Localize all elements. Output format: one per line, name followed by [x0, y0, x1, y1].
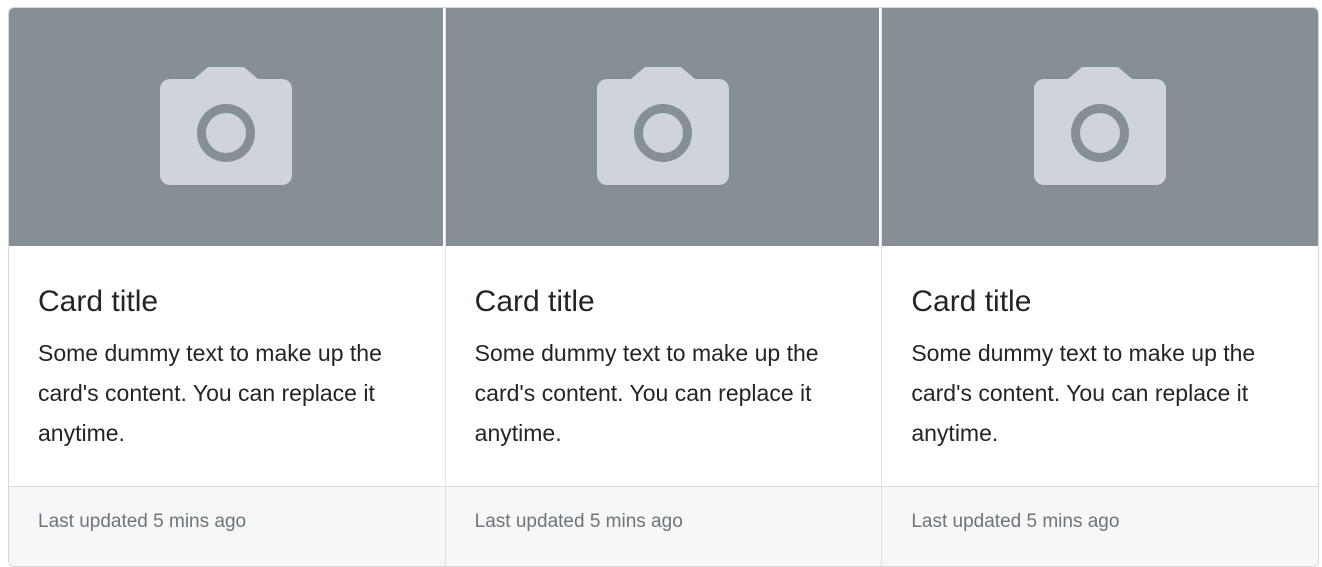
- card: Card title Some dummy text to make up th…: [445, 8, 883, 566]
- card-image-placeholder: [9, 8, 445, 246]
- camera-icon: [159, 67, 292, 185]
- card-footer: Last updated 5 mins ago: [445, 486, 882, 566]
- card-text: Some dummy text to make up the card's co…: [38, 340, 382, 446]
- card: Card title Some dummy text to make up th…: [9, 8, 446, 566]
- card-title: Card title: [911, 285, 1032, 318]
- card-body: Card title Some dummy text to make up th…: [446, 246, 882, 486]
- card-body: Card title Some dummy text to make up th…: [9, 246, 445, 486]
- card-footer: Last updated 5 mins ago: [882, 486, 1318, 566]
- last-updated-text: Last updated 5 mins ago: [911, 511, 1120, 532]
- card-title: Card title: [474, 285, 595, 318]
- card: Card title Some dummy text to make up th…: [882, 8, 1318, 566]
- last-updated-text: Last updated 5 mins ago: [38, 511, 247, 532]
- card-title: Card title: [38, 285, 159, 318]
- card-image-placeholder: [445, 8, 882, 246]
- card-image-placeholder: [882, 8, 1318, 246]
- card-group: Card title Some dummy text to make up th…: [8, 7, 1319, 567]
- card-text: Some dummy text to make up the card's co…: [474, 340, 819, 446]
- card-footer: Last updated 5 mins ago: [9, 486, 445, 566]
- card-text: Some dummy text to make up the card's co…: [911, 340, 1256, 446]
- camera-icon: [1034, 67, 1167, 185]
- card-body: Card title Some dummy text to make up th…: [882, 246, 1318, 486]
- last-updated-text: Last updated 5 mins ago: [474, 511, 683, 532]
- camera-icon: [596, 67, 729, 185]
